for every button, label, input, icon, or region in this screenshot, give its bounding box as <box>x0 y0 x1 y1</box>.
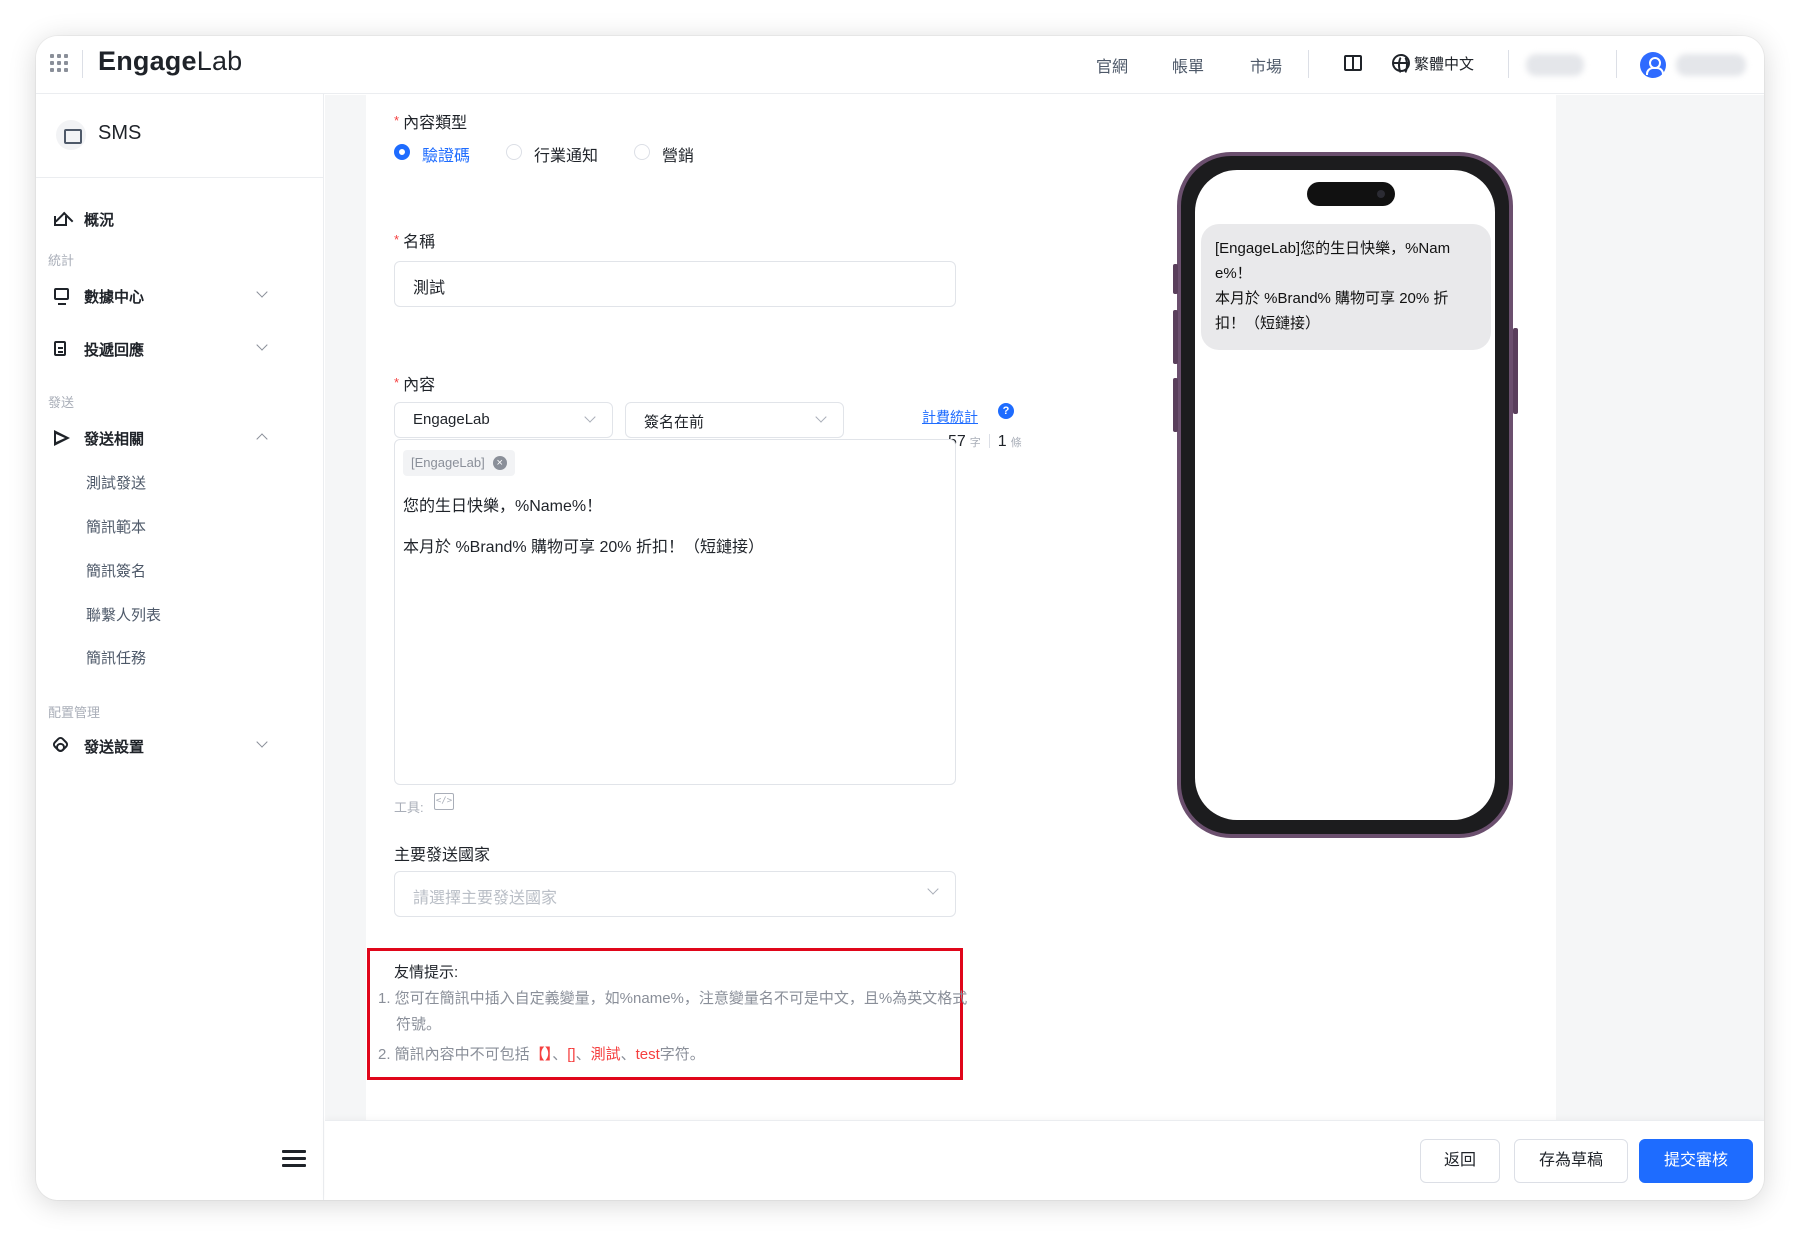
top-bar: EngageLab 官網 帳單 市場 繁體中文 <box>36 36 1764 94</box>
phone-side-button <box>1173 378 1178 432</box>
phone-preview: [EngageLab]您的生日快樂，%Name%！ 本月於 %Brand% 購物… <box>1177 152 1513 838</box>
code-tool-icon[interactable]: </> <box>434 793 454 810</box>
user-avatar-icon[interactable] <box>1640 52 1666 78</box>
signature-select[interactable]: EngageLab <box>394 402 613 438</box>
menu-toggle-icon[interactable] <box>282 1150 306 1168</box>
sms-message-icon <box>56 120 86 150</box>
nav-market[interactable]: 市場 <box>1250 53 1282 77</box>
friendly-tips-box: 友情提示: 1. 您可在簡訊中插入自定義變量，如%name%，注意變量名不可是中… <box>367 948 967 1080</box>
message-count-value: 1 <box>997 433 1007 450</box>
help-question-icon[interactable]: ? <box>998 403 1014 419</box>
app-grid-icon[interactable] <box>48 52 68 72</box>
divider <box>1308 50 1309 78</box>
sidebar-subitem-test-send[interactable]: 測試發送 <box>86 472 146 493</box>
nav-official-site[interactable]: 官網 <box>1096 53 1128 77</box>
billing-stats-link[interactable]: 計費統計 <box>922 407 978 427</box>
globe-icon[interactable] <box>1392 54 1410 75</box>
nav-billing[interactable]: 帳單 <box>1172 53 1204 77</box>
sidebar-subitem-signatures[interactable]: 簡訊簽名 <box>86 560 146 581</box>
chevron-down-icon <box>815 411 827 423</box>
char-counter: 57 字 1 條 <box>948 433 1022 450</box>
name-input-value: 測試 <box>413 280 446 297</box>
sidebar-item-label: 發送設置 <box>84 739 145 756</box>
chevron-down-icon[interactable] <box>256 286 268 298</box>
signature-tag: [EngageLab] × <box>403 450 515 476</box>
tips-title: 友情提示: <box>394 964 459 981</box>
name-label: * 名稱 <box>394 232 436 251</box>
document-icon <box>54 341 66 356</box>
section-label-stats: 統計 <box>48 253 75 268</box>
chevron-down-icon <box>927 883 939 895</box>
radio-dot[interactable] <box>506 144 522 160</box>
content-editor[interactable]: [EngageLab] × 您的生日快樂，%Name%！ 本月於 %Brand%… <box>394 439 956 785</box>
content-text-line: 您的生日快樂，%Name%！ <box>403 498 603 515</box>
sidebar-item-label: 數據中心 <box>84 289 145 306</box>
back-button[interactable]: 返回 <box>1420 1139 1500 1183</box>
divider <box>1616 50 1617 78</box>
tools-label: 工具: <box>394 800 424 815</box>
signature-position-value: 簽名在前 <box>644 414 705 431</box>
monitor-icon <box>54 288 69 305</box>
sidebar: SMS 概況 統計 數據中心 投遞回應 發送 發送相關 測試發送 簡訊範本 簡訊… <box>36 94 324 1200</box>
signature-select-value: EngageLab <box>413 411 490 428</box>
country-select-placeholder: 請選擇主要發送國家 <box>413 890 558 907</box>
content-label: * 內容 <box>394 375 436 394</box>
phone-side-button <box>1173 310 1178 364</box>
signature-position-select[interactable]: 簽名在前 <box>625 402 844 438</box>
product-title: SMS <box>98 122 142 144</box>
send-icon <box>54 430 70 446</box>
sidebar-subitem-tasks[interactable]: 簡訊任務 <box>86 647 146 668</box>
tip-line-2: 2. 簡訊內容中不可包括【】、[]、測試、test字符。 <box>378 1046 705 1063</box>
footer-actions: 返回 存為草稿 提交審核 <box>325 1120 1764 1200</box>
remove-tag-icon[interactable]: × <box>492 456 507 470</box>
sidebar-subitem-templates[interactable]: 簡訊範本 <box>86 516 146 537</box>
tip-line-1-continued: 符號。 <box>396 1016 442 1033</box>
chevron-down-icon[interactable] <box>256 339 268 351</box>
blurred-org-name[interactable] <box>1526 54 1584 76</box>
submit-review-button[interactable]: 提交審核 <box>1639 1139 1753 1183</box>
blurred-user-name[interactable] <box>1676 54 1746 76</box>
content-type-label: * 內容類型 <box>394 113 468 132</box>
radio-dot[interactable] <box>634 144 650 160</box>
country-label: 主要發送國家 <box>394 847 491 864</box>
content-text-line: 本月於 %Brand% 購物可享 20% 折扣！（短鏈接） <box>403 539 764 556</box>
section-label-config: 配置管理 <box>48 705 101 720</box>
phone-side-button <box>1513 328 1518 414</box>
product-header: SMS <box>36 94 324 178</box>
engagelab-logo[interactable]: EngageLab <box>98 46 242 77</box>
sidebar-subitem-contacts[interactable]: 聯繫人列表 <box>86 604 161 625</box>
phone-side-button <box>1173 264 1178 294</box>
app-window: EngageLab 官網 帳單 市場 繁體中文 SMS 概況 統計 數據中心 投… <box>36 36 1764 1200</box>
sidebar-item-label: 概況 <box>84 212 115 229</box>
chevron-down-icon <box>584 411 596 423</box>
section-label-send: 發送 <box>48 395 75 410</box>
divider <box>1508 50 1509 78</box>
sidebar-item-label: 發送相關 <box>84 431 145 448</box>
divider <box>82 50 83 78</box>
home-icon <box>54 216 67 226</box>
language-selector[interactable]: 繁體中文 <box>1414 53 1474 74</box>
country-select[interactable]: 請選擇主要發送國家 <box>394 871 956 917</box>
chevron-up-icon[interactable] <box>256 433 268 445</box>
radio-dot[interactable] <box>394 144 410 160</box>
settings-gear-icon <box>51 735 70 754</box>
name-input[interactable]: 測試 <box>394 261 956 307</box>
chevron-down-icon[interactable] <box>256 736 268 748</box>
sidebar-item-label: 投遞回應 <box>84 342 145 359</box>
sms-preview-bubble: [EngageLab]您的生日快樂，%Name%！ 本月於 %Brand% 購物… <box>1201 224 1491 350</box>
dynamic-island <box>1307 182 1395 206</box>
phone-screen: [EngageLab]您的生日快樂，%Name%！ 本月於 %Brand% 購物… <box>1195 170 1495 820</box>
docs-book-icon[interactable] <box>1344 55 1362 71</box>
tip-line-1: 1. 您可在簡訊中插入自定義變量，如%name%，注意變量名不可是中文，且%為英… <box>378 990 968 1007</box>
save-draft-button[interactable]: 存為草稿 <box>1514 1139 1628 1183</box>
